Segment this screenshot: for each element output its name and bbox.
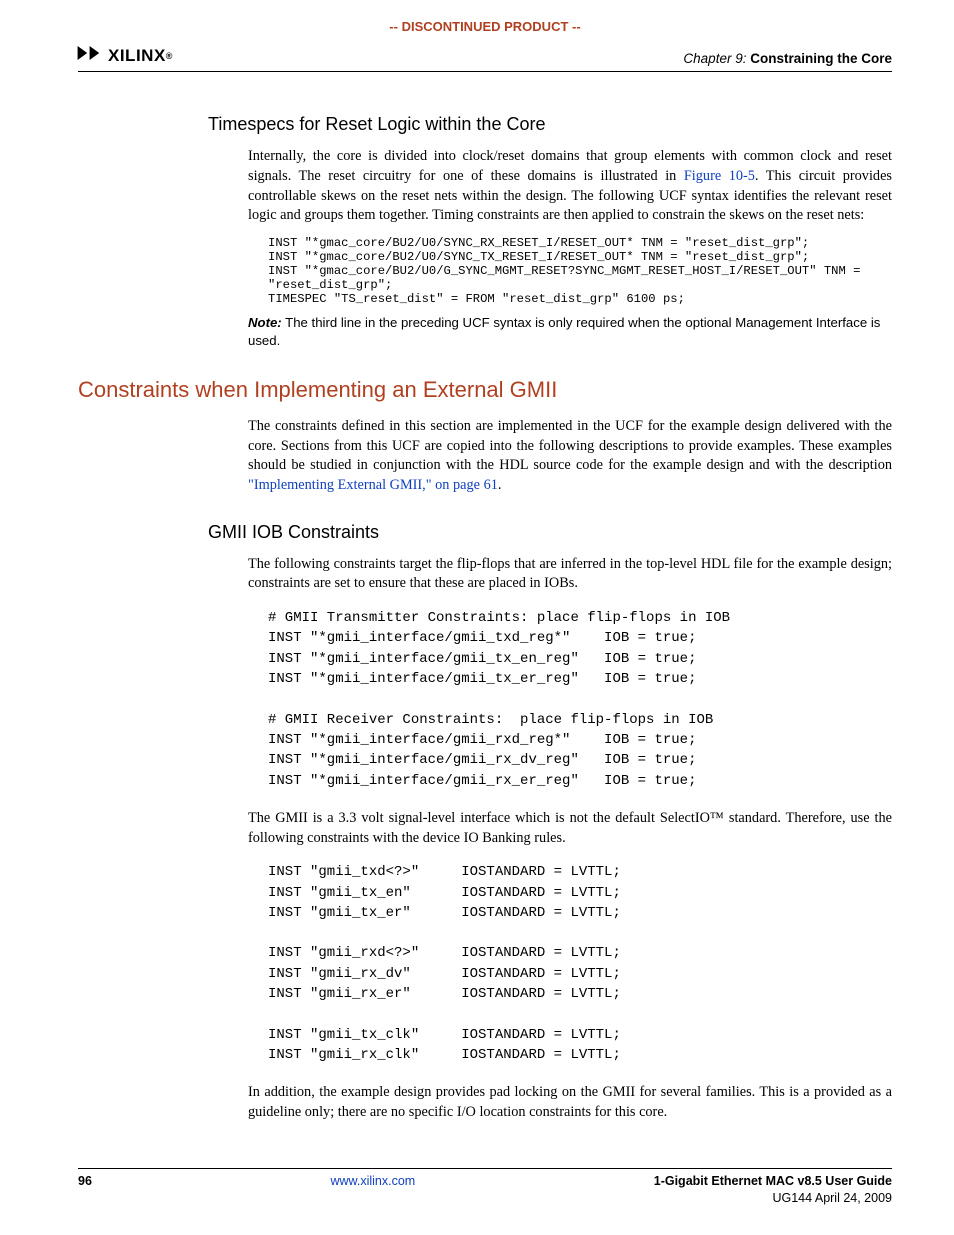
text-span: The constraints defined in this section … xyxy=(248,418,892,473)
discontinued-banner: -- DISCONTINUED PRODUCT -- xyxy=(78,18,892,36)
page-header: XILINX® Chapter 9: Constraining the Core xyxy=(78,44,892,68)
footer-title: 1-Gigabit Ethernet MAC v8.5 User Guide xyxy=(654,1173,892,1190)
header-rule xyxy=(78,71,892,72)
page-number: 96 xyxy=(78,1173,92,1208)
ucf-code-block: INST "gmii_txd<?>" IOSTANDARD = LVTTL; I… xyxy=(268,862,892,1065)
logo-mark-icon xyxy=(75,44,109,68)
ucf-code-block: INST "*gmac_core/BU2/U0/SYNC_RX_RESET_I/… xyxy=(268,236,892,306)
body-paragraph: The constraints defined in this section … xyxy=(248,417,892,496)
section-heading-gmii-iob: GMII IOB Constraints xyxy=(78,520,892,545)
footer-doc-id: UG144 April 24, 2009 xyxy=(654,1190,892,1207)
note-label: Note: xyxy=(248,315,282,330)
note-paragraph: Note: The third line in the preceding UC… xyxy=(248,314,892,350)
chapter-title: Constraining the Core xyxy=(750,51,892,66)
body-paragraph: The following constraints target the fli… xyxy=(248,555,892,594)
text-span: . xyxy=(498,477,502,493)
page-footer: 96 www.xilinx.com 1-Gigabit Ethernet MAC… xyxy=(78,1168,892,1208)
note-text: The third line in the preceding UCF synt… xyxy=(248,315,880,348)
section-heading-constraints-external-gmii: Constraints when Implementing an Externa… xyxy=(78,375,892,405)
section-heading-timespecs: Timespecs for Reset Logic within the Cor… xyxy=(78,112,892,137)
body-paragraph: In addition, the example design provides… xyxy=(248,1083,892,1122)
figure-link[interactable]: Figure 10-5 xyxy=(684,168,755,184)
xilinx-logo: XILINX® xyxy=(78,44,173,68)
body-paragraph: Internally, the core is divided into clo… xyxy=(248,147,892,226)
footer-url-link[interactable]: www.xilinx.com xyxy=(330,1174,415,1188)
implementing-gmii-link[interactable]: "Implementing External GMII," on page 61 xyxy=(248,477,498,493)
chapter-label: Chapter 9: xyxy=(683,51,746,66)
registered-icon: ® xyxy=(166,50,173,62)
body-paragraph: The GMII is a 3.3 volt signal-level inte… xyxy=(248,809,892,848)
chapter-header: Chapter 9: Constraining the Core xyxy=(683,50,892,69)
logo-text: XILINX xyxy=(108,44,166,67)
ucf-code-block: # GMII Transmitter Constraints: place fl… xyxy=(268,608,892,791)
